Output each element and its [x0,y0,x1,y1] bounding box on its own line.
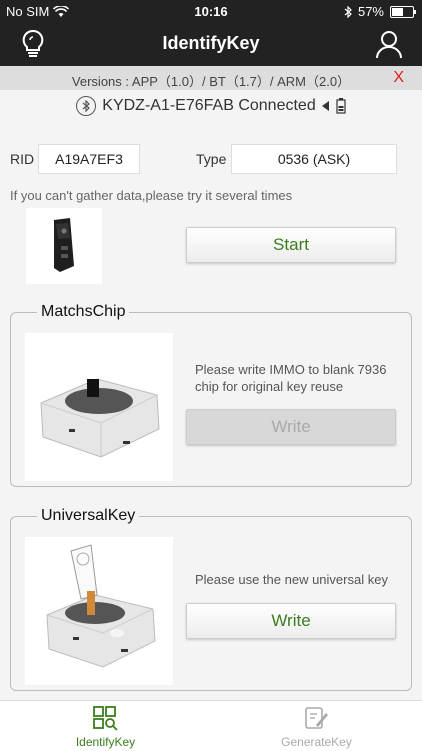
versions-bar: Versions : APP（1.0）/ BT（1.7）/ ARM（2.0） X [0,66,422,90]
user-icon[interactable] [374,28,404,60]
edit-document-icon [305,707,328,729]
hint-text: If you can't gather data,please try it s… [10,188,293,203]
universalkey-panel: UniversalKey Please use the new universa… [10,507,412,691]
rid-label: RID [10,151,35,167]
universalkey-write-button[interactable]: Write [186,603,396,639]
device-battery-icon [336,98,346,114]
tab-generatekey-label: GenerateKey [281,735,352,749]
bluetooth-icon [76,96,97,116]
tab-identifykey[interactable]: IdentifyKey [0,701,211,751]
battery-percent: 57% [357,4,384,19]
chip-reader-image [25,333,173,481]
page-title: IdentifyKey [162,33,260,53]
close-versions-button[interactable]: X [393,69,404,87]
matchschip-title: MatchsChip [37,303,130,321]
grid-search-icon [93,706,118,731]
matchschip-text: Please write IMMO to blank 7936 chip for… [195,362,387,394]
universalkey-text: Please use the new universal key [195,572,388,587]
type-field: 0536 (ASK) [231,144,397,174]
type-label: Type [196,151,227,167]
start-button[interactable]: Start [186,227,396,263]
connection-text: KYDZ-A1-E76FAB Connected [102,97,316,114]
bluetooth-icon [344,5,352,18]
universal-key-reader-image [25,537,173,685]
universalkey-title: UniversalKey [37,507,140,525]
signal-arrow-icon [321,101,329,111]
car-key-image [26,208,102,284]
matchschip-panel: MatchsChip Please write IMMO to blank 79… [10,303,412,487]
tab-generatekey[interactable]: GenerateKey [211,701,422,751]
connection-status: KYDZ-A1-E76FAB Connected [0,96,422,120]
tab-identifykey-label: IdentifyKey [75,735,136,749]
versions-text: Versions : APP（1.0）/ BT（1.7）/ ARM（2.0） [71,74,351,89]
nav-bar: IdentifyKey [0,22,422,66]
tab-bar: IdentifyKey GenerateKey [0,700,422,751]
rid-field: A19A7EF3 [38,144,140,174]
matchschip-write-button[interactable]: Write [186,409,396,445]
battery-icon [390,5,416,18]
status-bar: No SIM 10:16 57% [0,0,422,22]
